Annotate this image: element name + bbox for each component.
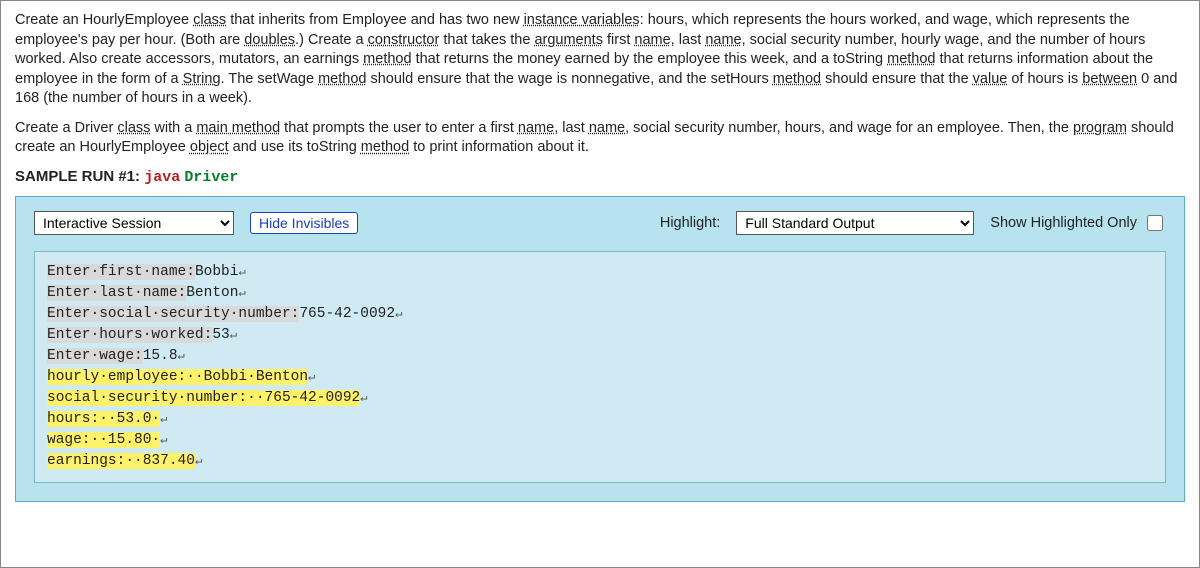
prose-segment: , last [671,32,706,48]
problem-paragraph-2: Create a Driver class with a main method… [15,119,1185,158]
prose-segment: and use its toString [229,139,361,155]
terminal-line: Enter·hours·worked:53↵ [47,325,1153,346]
terminal-text: 15.8 [143,348,178,364]
prose-segment: that returns the money earned by the emp… [412,51,888,67]
terminal-prompt: Enter·social·security·number: [47,306,299,322]
prose-segment: that takes the [439,32,534,48]
terminal-text: Bobbi [195,264,239,280]
terminal-line: earnings:··837.40↵ [47,451,1153,472]
prose-segment: name [589,120,625,136]
prose-segment: .) Create a [295,32,368,48]
return-icon: ↵ [360,391,367,405]
prose-segment: class [193,12,226,28]
terminal-highlighted: hours:··53.0· [47,411,160,427]
page-container: Create an HourlyEmployee class that inhe… [0,0,1200,568]
terminal-prompt: Enter·last·name: [47,285,186,301]
prose-segment: . The setWage [221,71,319,87]
prose-segment: that inherits from Employee and has two … [226,12,523,28]
hide-invisibles-button[interactable]: Hide Invisibles [250,212,358,234]
prose-segment: between [1082,71,1137,87]
terminal-prompt: Enter·first·name: [47,264,195,280]
prose-segment: doubles [244,32,295,48]
terminal-highlighted: hourly·employee:··Bobbi·Benton [47,369,308,385]
prose-segment: method [361,139,409,155]
terminal-line: Enter·wage:15.8↵ [47,346,1153,367]
terminal-text: 765-42-0092 [299,306,395,322]
prose-segment: instance variables [524,12,640,28]
terminal-text: 53 [212,327,229,343]
return-icon: ↵ [160,412,167,426]
highlight-label: Highlight: [660,215,720,231]
return-icon: ↵ [238,286,245,300]
show-highlighted-checkbox[interactable] [1147,215,1163,231]
sample-run-java: java [144,169,180,186]
return-icon: ↵ [238,265,245,279]
panel-toolbar: Interactive Session Hide Invisibles High… [34,211,1166,235]
prose-segment: method [773,71,821,87]
terminal-prompt: Enter·wage: [47,348,143,364]
prose-segment: method [318,71,366,87]
session-select[interactable]: Interactive Session [34,211,234,235]
prose-segment: name [634,32,670,48]
terminal-highlighted: earnings:··837.40 [47,453,195,469]
terminal-highlighted: social·security·number:··765-42-0092 [47,390,360,406]
prose-segment: , last [554,120,589,136]
terminal-line: wage:··15.80·↵ [47,430,1153,451]
prose-segment: name [705,32,741,48]
terminal-line: Enter·first·name:Bobbi↵ [47,262,1153,283]
terminal-line: social·security·number:··765-42-0092↵ [47,388,1153,409]
prose-segment: main method [196,120,280,136]
prose-segment: constructor [368,32,440,48]
problem-paragraph-1: Create an HourlyEmployee class that inhe… [15,11,1185,109]
terminal-output: Enter·first·name:Bobbi↵Enter·last·name:B… [34,251,1166,483]
prose-segment: Create a Driver [15,120,117,136]
prose-segment: method [887,51,935,67]
terminal-text: Benton [186,285,238,301]
prose-segment: to print information about it. [409,139,589,155]
prose-segment: name [518,120,554,136]
prose-segment: arguments [534,32,603,48]
prose-segment: should ensure that the wage is nonnegati… [366,71,772,87]
sample-run-driver: Driver [184,169,238,186]
prose-segment: with a [150,120,196,136]
prose-segment: String [183,71,221,87]
output-panel: Interactive Session Hide Invisibles High… [15,196,1185,502]
return-icon: ↵ [195,454,202,468]
return-icon: ↵ [395,307,402,321]
prose-segment: method [363,51,411,67]
terminal-line: Enter·last·name:Benton↵ [47,283,1153,304]
show-highlighted-wrap: Show Highlighted Only [990,212,1166,234]
prose-segment: class [117,120,150,136]
prose-segment: program [1073,120,1127,136]
prose-segment: should ensure that the [821,71,973,87]
terminal-line: hourly·employee:··Bobbi·Benton↵ [47,367,1153,388]
terminal-highlighted: wage:··15.80· [47,432,160,448]
show-highlighted-label: Show Highlighted Only [990,215,1137,231]
sample-run-prefix: SAMPLE RUN #1: [15,168,140,185]
prose-segment: Create an HourlyEmployee [15,12,193,28]
prose-segment: of hours is [1007,71,1082,87]
highlight-select[interactable]: Full Standard Output [736,211,974,235]
return-icon: ↵ [160,433,167,447]
return-icon: ↵ [308,370,315,384]
terminal-prompt: Enter·hours·worked: [47,327,212,343]
terminal-line: Enter·social·security·number:765-42-0092… [47,304,1153,325]
prose-segment: that prompts the user to enter a first [280,120,518,136]
return-icon: ↵ [178,349,185,363]
terminal-line: hours:··53.0·↵ [47,409,1153,430]
prose-segment: value [973,71,1008,87]
prose-segment: first [603,32,634,48]
return-icon: ↵ [230,328,237,342]
sample-run-heading: SAMPLE RUN #1: java Driver [15,168,1185,186]
prose-segment: , social security number, hours, and wag… [625,120,1073,136]
prose-segment: object [190,139,229,155]
